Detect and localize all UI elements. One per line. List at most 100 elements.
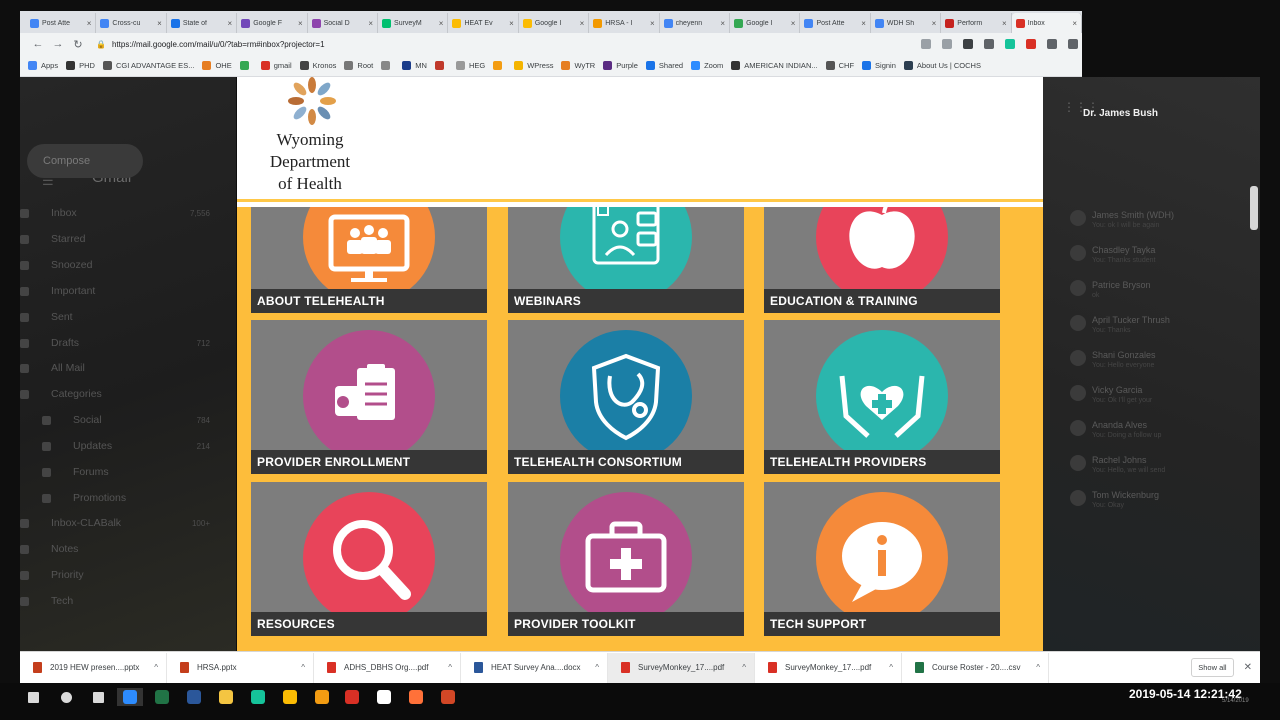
tab-close-icon[interactable]: × (650, 19, 655, 28)
forward-icon[interactable]: → (48, 38, 68, 50)
bookmark-item[interactable]: WPress (514, 61, 553, 70)
close-icon[interactable]: ✕ (1244, 662, 1252, 673)
download-item[interactable]: HRSA.pptx ^ (167, 652, 314, 683)
account-icon[interactable] (1068, 39, 1078, 49)
chat-contact[interactable]: Chasdley Tayka You: Thanks student (1070, 245, 1240, 265)
bookmark-item[interactable]: gmail (260, 61, 292, 70)
excel-icon[interactable] (149, 688, 175, 706)
file-explorer-icon[interactable] (213, 688, 239, 706)
bookmark-item[interactable]: MN (402, 61, 427, 70)
chevron-up-icon[interactable]: ^ (154, 663, 158, 672)
bookmark-item[interactable]: CHF (825, 61, 854, 70)
browser-tab[interactable]: Google I × (519, 13, 590, 33)
star-icon[interactable] (942, 39, 952, 49)
word-icon[interactable] (181, 688, 207, 706)
browser-tab[interactable]: cheyenn × (660, 13, 731, 33)
chevron-up-icon[interactable]: ^ (889, 663, 893, 672)
browser-tab[interactable]: Post Atte × (800, 13, 871, 33)
download-item[interactable]: SurveyMonkey_17....pdf ^ (608, 652, 755, 683)
zoom-icon[interactable] (117, 688, 143, 706)
bookmark-item[interactable]: Signin (862, 61, 896, 70)
bookmark-item[interactable]: About Us | COCHS (903, 61, 981, 70)
tab-close-icon[interactable]: × (509, 19, 514, 28)
settings-app-icon[interactable] (309, 688, 335, 706)
show-all-button[interactable]: Show all (1191, 658, 1234, 677)
bookmark-item[interactable]: Apps (28, 61, 58, 70)
grammarly-extension-icon[interactable] (1005, 39, 1015, 49)
tile-telehealth-consortium[interactable]: TELEHEALTH CONSORTIUM (508, 320, 744, 474)
bookmark-item[interactable] (434, 61, 448, 70)
bookmark-item[interactable] (493, 61, 506, 70)
download-item[interactable]: Course Roster - 20....csv ^ (902, 652, 1049, 683)
grammarly-icon[interactable] (245, 688, 271, 706)
cast-icon[interactable] (1026, 39, 1036, 49)
bookmark-item[interactable]: HEG (455, 61, 485, 70)
chat-scrollbar[interactable] (1250, 186, 1258, 230)
tab-close-icon[interactable]: × (298, 19, 303, 28)
gmail-nav-item[interactable]: Important (20, 285, 210, 297)
browser-tab[interactable]: Post Atte × (26, 13, 97, 33)
tile-provider-enrollment[interactable]: PROVIDER ENROLLMENT (251, 320, 487, 474)
tab-close-icon[interactable]: × (157, 19, 162, 28)
chat-contact[interactable]: Patrice Bryson ok (1070, 280, 1240, 300)
pdf-reader-icon[interactable] (371, 688, 397, 706)
tab-close-icon[interactable]: × (932, 19, 937, 28)
download-item[interactable]: SurveyMonkey_17....pdf ^ (755, 652, 902, 683)
tile-resources[interactable]: RESOURCES (251, 482, 487, 636)
extension-icon[interactable] (963, 39, 973, 49)
tab-close-icon[interactable]: × (368, 19, 373, 28)
bookmark-item[interactable]: CGI ADVANTAGE ES... (102, 61, 194, 70)
bookmark-item[interactable]: WyTR (561, 61, 595, 70)
browser-tab[interactable]: Google I × (730, 13, 801, 33)
gmail-nav-item[interactable]: Drafts 712 (20, 337, 210, 349)
tab-close-icon[interactable]: × (861, 19, 866, 28)
gmail-label-item[interactable]: Tech (20, 595, 210, 607)
tile-webinars[interactable]: WEBINARS (508, 207, 744, 313)
tile-telehealth-providers[interactable]: TELEHEALTH PROVIDERS (764, 320, 1000, 474)
browser-tab[interactable]: Perform × (941, 13, 1012, 33)
chevron-up-icon[interactable]: ^ (301, 663, 305, 672)
chevron-up-icon[interactable]: ^ (1036, 663, 1040, 672)
gmail-label-item[interactable]: Inbox-CLABalk 100+ (20, 517, 210, 529)
acrobat-icon[interactable] (339, 688, 365, 706)
tile-education-training[interactable]: EDUCATION & TRAINING (764, 207, 1000, 313)
gmail-category-item[interactable]: Forums (42, 466, 210, 478)
browser-tab[interactable]: Cross-cu × (96, 13, 167, 33)
bookmark-item[interactable]: OHE (202, 61, 232, 70)
browser-tab[interactable]: Google F × (237, 13, 308, 33)
browser-tab[interactable]: HRSA - I × (589, 13, 660, 33)
gmail-category-item[interactable]: Social 784 (42, 414, 210, 426)
gmail-nav-item[interactable]: Snoozed (20, 259, 210, 271)
chat-contact[interactable]: April Tucker Thrush You: Thanks (1070, 315, 1240, 335)
bookmark-item[interactable] (239, 61, 253, 70)
browser-tab[interactable]: SurveyM × (378, 13, 449, 33)
bookmark-item[interactable] (381, 61, 394, 70)
tab-close-icon[interactable]: × (1072, 19, 1077, 28)
zoom-lens-icon[interactable] (921, 39, 931, 49)
bookmark-item[interactable]: Zoom (691, 61, 723, 70)
gmail-category-item[interactable]: Updates 214 (42, 440, 210, 452)
chat-contact[interactable]: Rachel Johns You: Hello, we will send (1070, 455, 1240, 475)
tab-close-icon[interactable]: × (439, 19, 444, 28)
tab-close-icon[interactable]: × (87, 19, 92, 28)
chat-contact[interactable]: Ananda Alves You: Doing a follow up (1070, 420, 1240, 440)
tile-about-telehealth[interactable]: ABOUT TELEHEALTH (251, 207, 487, 313)
gmail-nav-item[interactable]: All Mail (20, 362, 210, 374)
chevron-up-icon[interactable]: ^ (448, 663, 452, 672)
chevron-up-icon[interactable]: ^ (742, 663, 746, 672)
gmail-nav-item[interactable]: Starred (20, 233, 210, 245)
compose-button[interactable]: Compose (27, 144, 143, 178)
download-item[interactable]: HEAT Survey Ana....docx ^ (461, 652, 608, 683)
bookmark-item[interactable]: AMERICAN INDIAN... (731, 61, 818, 70)
browser-tab[interactable]: Social D × (308, 13, 379, 33)
gmail-label-item[interactable]: Priority (20, 569, 210, 581)
chat-contact[interactable]: Shani Gonzales You: Hello everyone (1070, 350, 1240, 370)
address-bar[interactable]: 🔒 https://mail.google.com/mail/u/0/?tab=… (96, 40, 921, 49)
powerpoint-icon[interactable] (435, 688, 461, 706)
gmail-nav-item[interactable]: Inbox 7,556 (20, 207, 210, 219)
browser-tab[interactable]: Inbox × (1011, 13, 1083, 33)
tab-close-icon[interactable]: × (720, 19, 725, 28)
download-item[interactable]: ADHS_DBHS Org....pdf ^ (314, 652, 461, 683)
gmail-nav-item[interactable]: Categories (20, 388, 210, 400)
tile-provider-toolkit[interactable]: PROVIDER TOOLKIT (508, 482, 744, 636)
